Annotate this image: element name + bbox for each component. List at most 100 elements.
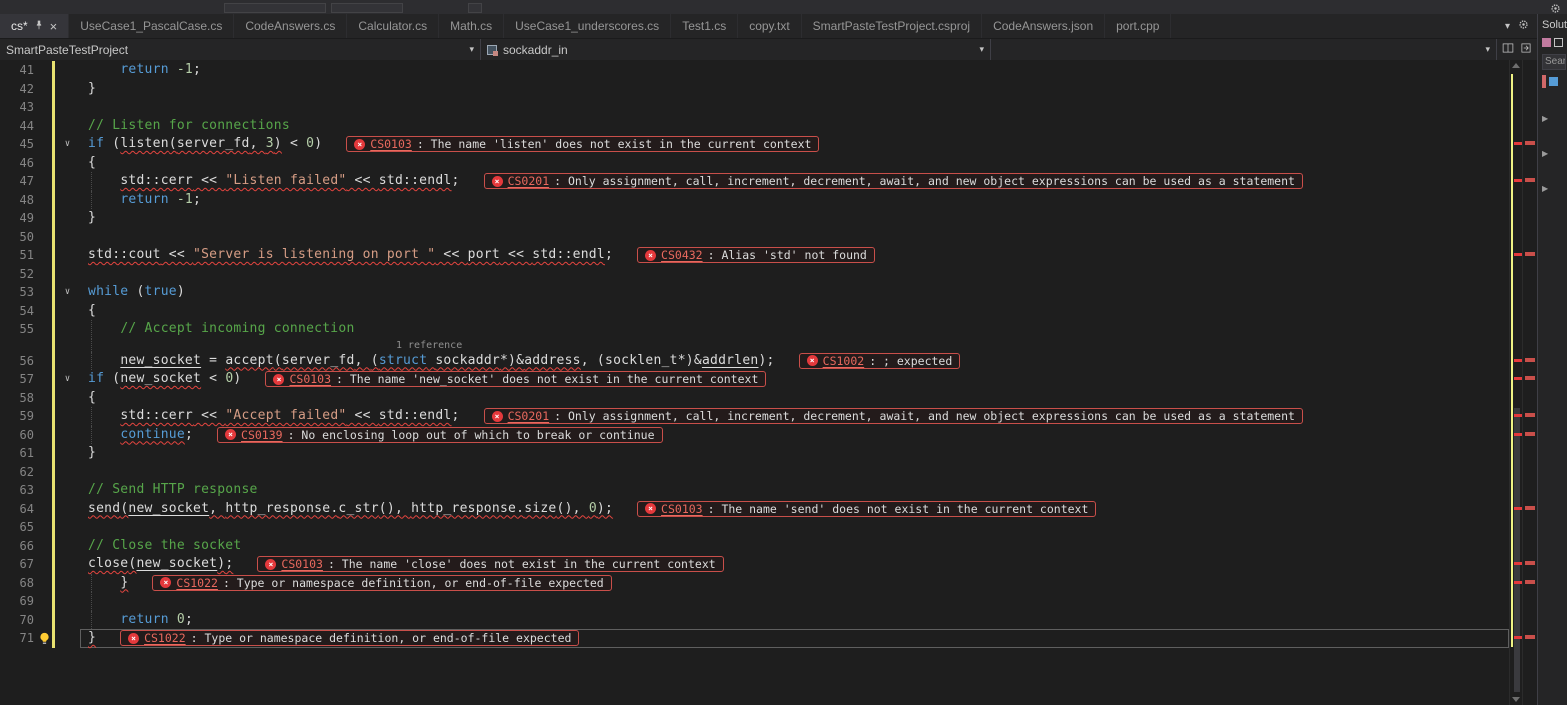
line-number: 48 <box>0 191 36 210</box>
scrollbar-track[interactable] <box>1509 60 1522 705</box>
panel-item-icon[interactable] <box>1542 75 1546 88</box>
code-line-63: 63// Send HTTP response <box>0 481 1509 500</box>
code-text-area[interactable] <box>80 98 1509 117</box>
error-message: : Alias 'std' not found <box>708 246 867 265</box>
pin-icon[interactable] <box>34 19 44 33</box>
panel-item-icon[interactable] <box>1549 77 1558 86</box>
split-editor-icon[interactable] <box>1502 42 1514 57</box>
tab-active-document[interactable]: cs* × <box>0 14 69 38</box>
panel-toolbar-icon[interactable] <box>1554 38 1563 47</box>
fold-margin <box>55 191 80 210</box>
indent-guide <box>91 320 92 339</box>
tab-items: UseCase1_PascalCase.csCodeAnswers.csCalc… <box>69 14 1171 38</box>
type-dropdown[interactable]: sockaddr_in ▾ <box>481 39 991 60</box>
code-text-area[interactable]: } <box>80 209 1509 228</box>
line-number: 61 <box>0 444 36 463</box>
code-text-area[interactable]: send(new_socket, http_response.c_str(), … <box>80 500 1509 519</box>
tree-expand-icon[interactable]: ▶ <box>1542 114 1567 123</box>
error-code-link[interactable]: CS0432 <box>661 246 703 265</box>
code-text-area[interactable]: while (true) <box>80 283 1509 302</box>
error-code-link[interactable]: CS0103 <box>281 555 323 574</box>
tab-port.cpp[interactable]: port.cpp <box>1105 14 1171 38</box>
tab-Test1.cs[interactable]: Test1.cs <box>671 14 738 38</box>
scroll-down-arrow-icon[interactable] <box>1512 697 1520 702</box>
panel-toolbar-icon[interactable] <box>1542 38 1551 47</box>
tree-expand-icon[interactable]: ▶ <box>1542 184 1567 193</box>
code-text-area[interactable]: }×CS1022: Type or namespace definition, … <box>80 629 1509 648</box>
error-code-link[interactable]: CS0103 <box>289 370 331 389</box>
error-code-link[interactable]: CS0103 <box>661 500 703 519</box>
code-text-area[interactable]: // Accept incoming connection <box>80 320 1509 339</box>
error-code-link[interactable]: CS1022 <box>176 574 218 593</box>
code-text-area[interactable]: return 0; <box>80 611 1509 630</box>
fold-margin <box>55 500 80 519</box>
scrollbar-thumb[interactable] <box>1514 408 1520 692</box>
code-text-area[interactable] <box>80 265 1509 284</box>
project-dropdown[interactable]: SmartPasteTestProject ▾ <box>0 39 481 60</box>
code-text-area[interactable]: std::cerr << "Listen failed" << std::end… <box>80 172 1509 191</box>
tab-UseCase1_underscores.cs[interactable]: UseCase1_underscores.cs <box>504 14 671 38</box>
gear-icon[interactable] <box>1550 1 1561 19</box>
code-text-area[interactable]: }×CS1022: Type or namespace definition, … <box>80 574 1509 593</box>
code-text-area[interactable] <box>80 518 1509 537</box>
fold-chevron-icon[interactable]: ∨ <box>55 370 80 389</box>
code-text-area[interactable]: // Send HTTP response <box>80 481 1509 500</box>
code-text-area[interactable] <box>80 592 1509 611</box>
tab-label: cs* <box>11 19 28 33</box>
tab-copy.txt[interactable]: copy.txt <box>738 14 801 38</box>
chevron-down-icon[interactable]: ▾ <box>1505 21 1510 32</box>
member-dropdown[interactable]: ▾ <box>991 39 1497 60</box>
tab-CodeAnswers.cs[interactable]: CodeAnswers.cs <box>234 14 347 38</box>
fold-margin <box>55 61 80 80</box>
code-text-area[interactable]: new_socket = accept(server_fd, (struct s… <box>80 352 1509 371</box>
code-text-area[interactable]: { <box>80 302 1509 321</box>
error-code-link[interactable]: CS1002 <box>823 352 865 371</box>
code-text-area[interactable]: close(new_socket);×CS0103: The name 'clo… <box>80 555 1509 574</box>
error-code-link[interactable]: CS0103 <box>370 135 412 154</box>
code-text-area[interactable]: { <box>80 154 1509 173</box>
gear-icon[interactable] <box>1518 19 1529 33</box>
code-text-area[interactable]: continue;×CS0139: No enclosing loop out … <box>80 426 1509 445</box>
tab-SmartPasteTestProject.csproj[interactable]: SmartPasteTestProject.csproj <box>802 14 982 38</box>
code-text-area[interactable] <box>80 228 1509 247</box>
code-text-area[interactable]: // Listen for connections <box>80 117 1509 136</box>
tab-Calculator.cs[interactable]: Calculator.cs <box>347 14 439 38</box>
scroll-up-arrow-icon[interactable] <box>1512 63 1520 68</box>
line-number: 68 <box>0 574 36 593</box>
code-text-area[interactable]: std::cerr << "Accept failed" << std::end… <box>80 407 1509 426</box>
expand-editor-icon[interactable] <box>1520 42 1532 57</box>
code-text-area[interactable]: if (listen(server_fd, 3) < 0)×CS0103: Th… <box>80 135 1509 154</box>
tree-expand-icon[interactable]: ▶ <box>1542 149 1567 158</box>
fold-margin <box>55 246 80 265</box>
code-text-area[interactable]: { <box>80 389 1509 408</box>
fold-margin <box>55 389 80 408</box>
code-text-area[interactable]: if (new_socket < 0)×CS0103: The name 'ne… <box>80 370 1509 389</box>
fold-chevron-icon[interactable]: ∨ <box>55 283 80 302</box>
code-text-area[interactable]: return -1; <box>80 191 1509 210</box>
tab-UseCase1_PascalCase.cs[interactable]: UseCase1_PascalCase.cs <box>69 14 234 38</box>
fold-chevron-icon[interactable]: ∨ <box>55 135 80 154</box>
line-number: 67 <box>0 555 36 574</box>
error-code-link[interactable]: CS1022 <box>144 629 186 648</box>
error-code-link[interactable]: CS0201 <box>508 407 550 426</box>
quick-actions-lightbulb-icon[interactable] <box>36 629 52 648</box>
code-text-area[interactable]: return -1; <box>80 61 1509 80</box>
code-line-67: 67 close(new_socket);×CS0103: The name 'c… <box>0 555 1509 574</box>
line-number: 69 <box>0 592 36 611</box>
line-number: 66 <box>0 537 36 556</box>
tab-CodeAnswers.json[interactable]: CodeAnswers.json <box>982 14 1105 38</box>
code-text-area[interactable]: } <box>80 444 1509 463</box>
code-content: } <box>80 629 96 648</box>
code-text-area[interactable]: } <box>80 80 1509 99</box>
close-icon[interactable]: × <box>50 20 58 33</box>
code-text-area[interactable] <box>80 463 1509 482</box>
error-code-link[interactable]: CS0201 <box>508 172 550 191</box>
error-code-link[interactable]: CS0139 <box>241 426 283 445</box>
code-content: if (new_socket < 0) <box>80 370 241 389</box>
tab-Math.cs[interactable]: Math.cs <box>439 14 504 38</box>
solution-search-input[interactable]: Sear <box>1542 54 1566 70</box>
codelens-references[interactable]: 1 reference <box>80 339 462 352</box>
code-text-area[interactable]: std::cout << "Server is listening on por… <box>80 246 1509 265</box>
error-mark <box>1525 252 1535 256</box>
code-text-area[interactable]: // Close the socket <box>80 537 1509 556</box>
